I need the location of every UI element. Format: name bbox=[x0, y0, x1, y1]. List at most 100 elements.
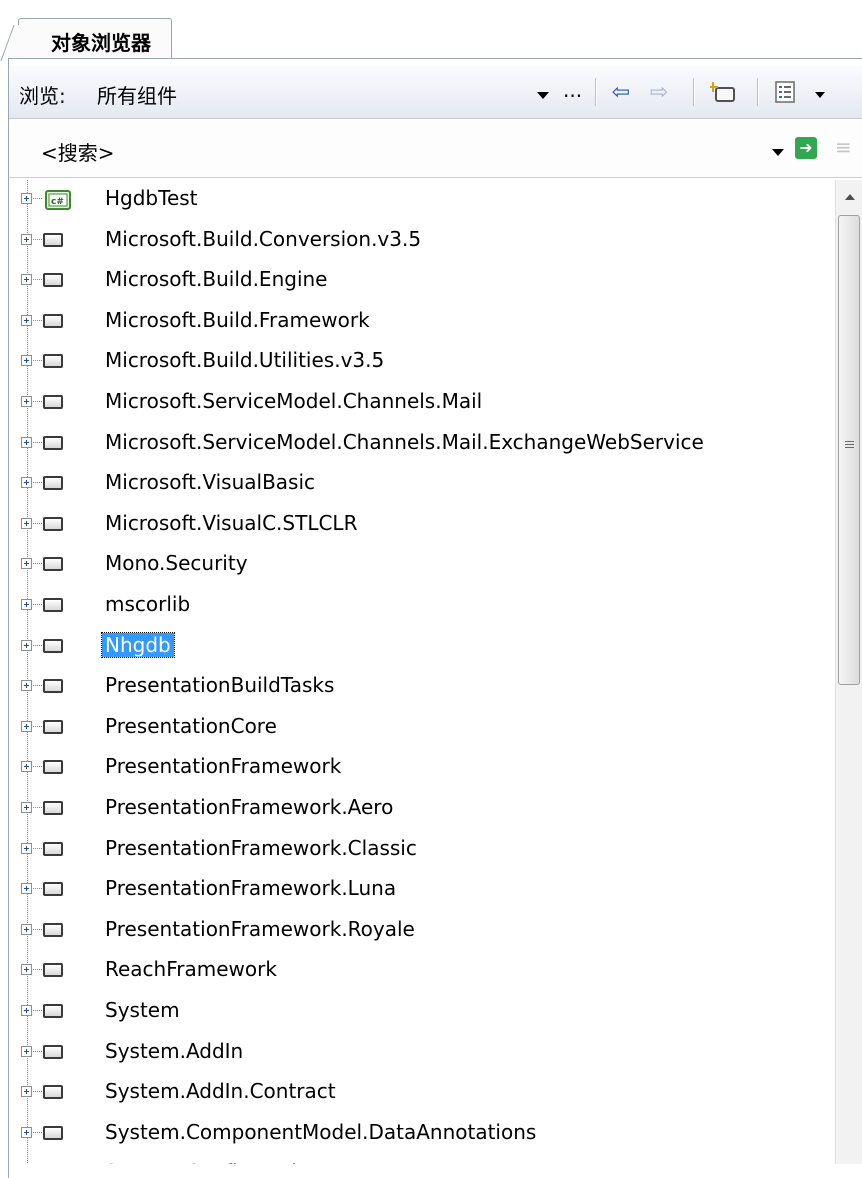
expand-plus-icon[interactable] bbox=[21, 1086, 32, 1098]
tree-item[interactable]: Microsoft.ServiceModel.Channels.Mail bbox=[9, 383, 835, 423]
tree-item[interactable]: Microsoft.Build.Framework bbox=[9, 302, 835, 342]
tree-item-label[interactable]: System.AddIn bbox=[105, 1039, 243, 1063]
tree-item[interactable]: PresentationFramework.Royale bbox=[9, 911, 835, 951]
tree-item-label[interactable]: System.AddIn.Contract bbox=[105, 1079, 336, 1103]
tree-item-label[interactable]: HgdbTest bbox=[105, 186, 198, 210]
tree-item[interactable]: System.ComponentModel.DataAnnotations bbox=[9, 1114, 835, 1154]
expand-plus-icon[interactable] bbox=[21, 558, 32, 570]
tree-item[interactable]: PresentationFramework.Luna bbox=[9, 870, 835, 910]
tree-item[interactable]: System.AddIn bbox=[9, 1033, 835, 1073]
tree-item[interactable]: Microsoft.VisualC.STLCLR bbox=[9, 505, 835, 545]
tree-item[interactable]: System.AddIn.Contract bbox=[9, 1073, 835, 1113]
tree-item-label[interactable]: ReachFramework bbox=[105, 957, 277, 981]
tree-item[interactable]: Microsoft.Build.Engine bbox=[9, 261, 835, 301]
tree-item-label[interactable]: PresentationFramework.Aero bbox=[105, 795, 393, 819]
tree-item[interactable]: c# HgdbTest bbox=[9, 180, 835, 220]
assembly-icon bbox=[43, 273, 63, 288]
search-history-dropdown-arrow-icon[interactable] bbox=[772, 149, 784, 156]
tree-item-label[interactable]: Microsoft.ServiceModel.Channels.Mail bbox=[105, 389, 482, 413]
expand-plus-icon[interactable] bbox=[21, 923, 32, 935]
expand-plus-icon[interactable] bbox=[21, 639, 32, 651]
expand-plus-icon[interactable] bbox=[21, 436, 32, 448]
tree-item-label[interactable]: Nhgdb bbox=[101, 631, 175, 658]
tree-item-label[interactable]: PresentationFramework bbox=[105, 754, 341, 778]
back-arrow-icon[interactable]: ⇦ bbox=[607, 78, 635, 106]
expand-plus-icon[interactable] bbox=[21, 680, 32, 692]
tree-item[interactable]: PresentationBuildTasks bbox=[9, 667, 835, 707]
tree-item-label[interactable]: Microsoft.ServiceModel.Channels.Mail.Exc… bbox=[105, 430, 704, 454]
tree-item[interactable]: System bbox=[9, 992, 835, 1032]
tree-connector-dots bbox=[33, 928, 43, 930]
tree-item-label[interactable]: mscorlib bbox=[105, 592, 190, 616]
expand-plus-icon[interactable] bbox=[21, 314, 32, 326]
clear-search-icon[interactable]: ≡ bbox=[835, 135, 852, 159]
assembly-icon bbox=[43, 882, 63, 897]
expand-plus-icon[interactable] bbox=[21, 720, 32, 732]
assembly-icon bbox=[43, 1044, 63, 1059]
tree-item[interactable]: PresentationFramework.Aero bbox=[9, 789, 835, 829]
tree-item-label[interactable]: Microsoft.Build.Utilities.v3.5 bbox=[105, 348, 384, 372]
tree-item[interactable]: ReachFramework bbox=[9, 951, 835, 991]
expand-plus-icon[interactable] bbox=[21, 355, 32, 367]
browse-label: 浏览: bbox=[19, 84, 66, 108]
tree-item-label[interactable]: PresentationFramework.Classic bbox=[105, 836, 417, 860]
tree-item[interactable]: Microsoft.Build.Utilities.v3.5 bbox=[9, 342, 835, 382]
expand-plus-icon[interactable] bbox=[21, 964, 32, 976]
tree-item-label[interactable]: PresentationCore bbox=[105, 714, 277, 738]
expand-plus-icon[interactable] bbox=[21, 477, 32, 489]
tree-item[interactable]: mscorlib bbox=[9, 586, 835, 626]
expand-plus-icon[interactable] bbox=[21, 802, 32, 813]
tree-item-label[interactable]: Microsoft.VisualC.STLCLR bbox=[105, 511, 357, 535]
tree-item-label[interactable]: PresentationBuildTasks bbox=[105, 673, 334, 697]
expand-plus-icon[interactable] bbox=[21, 396, 32, 407]
tree-item[interactable]: PresentationFramework bbox=[9, 748, 835, 788]
tree-item-label[interactable]: System.ComponentModel.DataAnnotations bbox=[105, 1120, 536, 1144]
edit-custom-component-set-button[interactable]: ... bbox=[563, 78, 582, 102]
expand-plus-icon[interactable] bbox=[21, 233, 32, 245]
tree-connector-dots bbox=[33, 807, 43, 808]
expand-plus-icon[interactable] bbox=[21, 761, 32, 773]
tree-connector-dots bbox=[33, 401, 43, 402]
tree-item-label[interactable]: Mono.Security bbox=[105, 551, 248, 575]
scrollbar-thumb[interactable] bbox=[838, 215, 860, 685]
svg-text:c#: c# bbox=[51, 197, 64, 207]
vertical-scrollbar[interactable] bbox=[835, 180, 862, 1164]
add-reference-icon[interactable] bbox=[709, 78, 737, 106]
toolbar-separator bbox=[757, 78, 759, 106]
tree-item[interactable]: PresentationCore bbox=[9, 708, 835, 748]
expand-plus-icon[interactable] bbox=[21, 1005, 32, 1016]
tree-item[interactable]: Microsoft.VisualBasic bbox=[9, 464, 835, 504]
tree-item[interactable]: System.Configuration bbox=[9, 1154, 835, 1164]
tree-item[interactable]: Microsoft.ServiceModel.Channels.Mail.Exc… bbox=[9, 424, 835, 464]
browse-scope-dropdown-arrow-icon[interactable] bbox=[537, 92, 549, 99]
tree-item[interactable]: Nhgdb bbox=[9, 627, 835, 667]
search-input[interactable]: <搜索> bbox=[41, 137, 115, 166]
tree-item-label[interactable]: System bbox=[105, 998, 180, 1022]
tree-item-label[interactable]: Microsoft.Build.Framework bbox=[105, 308, 370, 332]
tree-item-label[interactable]: Microsoft.Build.Engine bbox=[105, 267, 327, 291]
tree-item-label[interactable]: PresentationFramework.Luna bbox=[105, 876, 396, 900]
tree-item[interactable]: Mono.Security bbox=[9, 545, 835, 585]
expand-plus-icon[interactable] bbox=[21, 517, 32, 529]
tree-item-label[interactable]: System.Configuration bbox=[105, 1160, 322, 1164]
settings-dropdown-arrow-icon[interactable] bbox=[815, 92, 825, 98]
tree-item-label[interactable]: PresentationFramework.Royale bbox=[105, 917, 415, 941]
tab-object-browser[interactable]: 对象浏览器 bbox=[0, 18, 172, 61]
tree-item-label[interactable]: Microsoft.VisualBasic bbox=[105, 470, 315, 494]
search-go-icon[interactable]: ➜ bbox=[795, 137, 817, 159]
scroll-up-arrow-icon[interactable] bbox=[845, 194, 855, 200]
expand-plus-icon[interactable] bbox=[21, 842, 32, 854]
expand-plus-icon[interactable] bbox=[21, 883, 32, 895]
tree-item-label[interactable]: Microsoft.Build.Conversion.v3.5 bbox=[105, 227, 421, 251]
expand-plus-icon[interactable] bbox=[21, 1045, 32, 1057]
expand-plus-icon[interactable] bbox=[21, 274, 32, 286]
expand-plus-icon[interactable] bbox=[21, 599, 32, 610]
browse-scope-dropdown[interactable]: 所有组件 bbox=[97, 80, 177, 109]
tree-item[interactable]: PresentationFramework.Classic bbox=[9, 830, 835, 870]
tree-item[interactable]: Microsoft.Build.Conversion.v3.5 bbox=[9, 221, 835, 261]
expand-plus-icon[interactable] bbox=[21, 1126, 32, 1138]
forward-arrow-icon[interactable]: ⇨ bbox=[645, 78, 673, 106]
tree-connector-dots bbox=[33, 360, 43, 362]
expand-plus-icon[interactable] bbox=[21, 193, 32, 204]
object-browser-settings-icon[interactable] bbox=[771, 78, 799, 106]
